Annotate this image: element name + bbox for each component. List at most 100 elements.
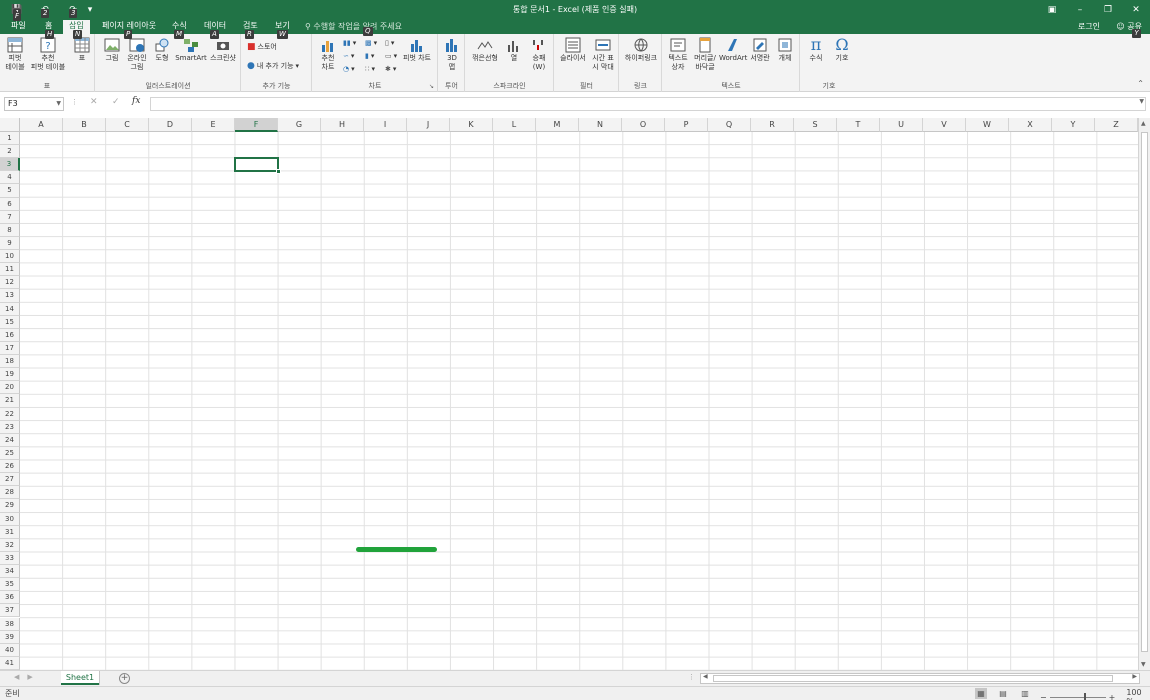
zoom-in-icon[interactable]: + bbox=[1109, 693, 1116, 700]
zoom-out-icon[interactable]: − bbox=[1040, 693, 1047, 700]
column-header[interactable]: M bbox=[536, 118, 579, 132]
page-layout-view-icon[interactable]: ▤ bbox=[997, 688, 1009, 699]
tab-data[interactable]: 데이터 A bbox=[198, 20, 232, 39]
column-header[interactable]: F bbox=[235, 118, 278, 132]
zoom-level[interactable]: 100 % bbox=[1126, 688, 1150, 700]
select-all-button[interactable] bbox=[0, 118, 20, 132]
column-header[interactable]: J bbox=[407, 118, 450, 132]
row-header[interactable]: 4 bbox=[0, 171, 20, 185]
row-header[interactable]: 32 bbox=[0, 538, 20, 552]
splitter-icon[interactable]: ⋮ bbox=[71, 98, 78, 106]
row-header[interactable]: 12 bbox=[0, 276, 20, 290]
picture-button[interactable]: 그림 bbox=[102, 37, 122, 63]
row-header[interactable]: 39 bbox=[0, 630, 20, 644]
scroll-thumb[interactable] bbox=[713, 675, 1113, 682]
textbox-button[interactable]: 텍스트 상자 bbox=[665, 37, 691, 72]
row-header[interactable]: 9 bbox=[0, 236, 20, 251]
column-header[interactable]: H bbox=[321, 118, 364, 132]
zoom-slider-knob[interactable] bbox=[1083, 692, 1086, 700]
scatter-chart-button[interactable]: ∷ ▾ bbox=[365, 64, 375, 74]
row-header[interactable]: 33 bbox=[0, 551, 20, 565]
row-header[interactable]: 10 bbox=[0, 250, 20, 264]
winloss-sparkline-button[interactable]: 승패 (W) bbox=[528, 37, 550, 72]
my-addins-button[interactable]: ● 내 추가 기능 ▾ bbox=[247, 61, 299, 71]
online-picture-button[interactable]: 온라인 그림 bbox=[125, 37, 149, 72]
column-header[interactable]: S bbox=[794, 118, 837, 132]
row-header[interactable]: 18 bbox=[0, 355, 20, 369]
share-button[interactable]: ☺ 공유 Y bbox=[1116, 21, 1142, 38]
minimize-button[interactable]: – bbox=[1066, 0, 1094, 20]
row-header[interactable]: 28 bbox=[0, 486, 20, 500]
row-header[interactable]: 1 bbox=[0, 132, 20, 146]
row-header[interactable]: 40 bbox=[0, 643, 20, 657]
row-header[interactable]: 25 bbox=[0, 446, 20, 461]
tab-insert[interactable]: 삽입 N bbox=[63, 20, 90, 39]
row-header[interactable]: 35 bbox=[0, 578, 20, 592]
normal-view-icon[interactable]: ▦ bbox=[975, 688, 987, 699]
tab-home[interactable]: 홈H bbox=[39, 20, 58, 39]
column-header[interactable]: B bbox=[63, 118, 106, 132]
signature-line-button[interactable]: 서명란 bbox=[748, 37, 772, 63]
column-header[interactable]: O bbox=[622, 118, 665, 132]
column-header[interactable]: R bbox=[751, 118, 794, 132]
shapes-button[interactable]: 도형 bbox=[152, 37, 172, 63]
recommended-pivot-button[interactable]: ? 추천 피벗 테이블 bbox=[28, 37, 68, 72]
scroll-right-icon[interactable]: ▶ bbox=[1132, 673, 1137, 680]
column-header[interactable]: P bbox=[665, 118, 708, 132]
column-header[interactable]: E bbox=[192, 118, 235, 132]
name-box[interactable]: F3 ▼ bbox=[4, 97, 64, 111]
row-header[interactable]: 36 bbox=[0, 591, 20, 605]
row-header[interactable]: 21 bbox=[0, 394, 20, 408]
timeline-button[interactable]: 시간 표 시 막대 bbox=[589, 37, 617, 72]
pivot-table-button[interactable]: 피벗 테이블 bbox=[4, 37, 26, 72]
hyperlink-button[interactable]: 하이퍼링크 bbox=[622, 37, 660, 63]
worksheet-grid[interactable]: A B C D E F G H I J K L M N O P Q R S T U V W X Y Z 1 2 3 4 5 6 7 8 9 10 11 1… bbox=[0, 118, 1138, 670]
symbol-button[interactable]: Ω 기호 bbox=[831, 37, 853, 63]
object-button[interactable]: 개체 bbox=[774, 37, 796, 63]
tab-review[interactable]: 검토 R bbox=[237, 20, 264, 39]
column-header[interactable]: N bbox=[579, 118, 622, 132]
tab-file[interactable]: 파일 F bbox=[5, 12, 32, 34]
ribbon-display-options-icon[interactable]: ▣ bbox=[1038, 0, 1066, 20]
column-header[interactable]: L bbox=[493, 118, 536, 132]
cell-area[interactable] bbox=[20, 132, 1138, 670]
row-header[interactable]: 2 bbox=[0, 145, 20, 159]
row-header[interactable]: 38 bbox=[0, 617, 20, 631]
expand-formula-bar-icon[interactable]: ▼ bbox=[1139, 98, 1144, 105]
row-header[interactable]: 5 bbox=[0, 184, 20, 198]
row-header[interactable]: 6 bbox=[0, 197, 20, 211]
cancel-icon[interactable]: ✕ bbox=[90, 97, 98, 107]
line-chart-button[interactable]: ∽ ▾ bbox=[343, 51, 354, 61]
equation-button[interactable]: π 수식 bbox=[805, 37, 827, 63]
row-header[interactable]: 3 bbox=[0, 158, 20, 172]
formula-input[interactable] bbox=[150, 97, 1146, 111]
add-sheet-icon[interactable]: + bbox=[119, 673, 130, 684]
row-header[interactable]: 7 bbox=[0, 210, 20, 224]
line-sparkline-button[interactable]: 꺾은선형 bbox=[470, 37, 500, 63]
row-header[interactable]: 11 bbox=[0, 263, 20, 277]
row-header[interactable]: 14 bbox=[0, 302, 20, 316]
scroll-thumb[interactable] bbox=[1141, 132, 1148, 652]
column-header[interactable]: T bbox=[837, 118, 880, 132]
column-header[interactable]: D bbox=[149, 118, 192, 132]
row-header[interactable]: 27 bbox=[0, 473, 20, 487]
column-header[interactable]: A bbox=[20, 118, 63, 132]
screenshot-button[interactable]: 스크린샷 bbox=[208, 37, 238, 63]
row-header[interactable]: 26 bbox=[0, 460, 20, 474]
slicer-button[interactable]: 슬라이서 bbox=[558, 37, 588, 63]
close-button[interactable]: ✕ bbox=[1122, 0, 1150, 20]
row-header[interactable]: 29 bbox=[0, 499, 20, 513]
3d-map-button[interactable]: 3D 맵 bbox=[442, 37, 462, 72]
splitter-icon[interactable]: ⋮ bbox=[688, 673, 695, 681]
fill-handle[interactable] bbox=[276, 169, 281, 175]
row-header[interactable]: 41 bbox=[0, 656, 20, 670]
login-link[interactable]: 로그인 bbox=[1078, 21, 1100, 32]
header-footer-button[interactable]: 머리글/ 바닥글 bbox=[692, 37, 718, 72]
column-sparkline-button[interactable]: 열 bbox=[504, 37, 524, 63]
sheet-nav-arrows-icon[interactable]: ◀▶ bbox=[14, 673, 41, 681]
page-break-view-icon[interactable]: ▥ bbox=[1019, 688, 1031, 699]
row-header[interactable]: 20 bbox=[0, 381, 20, 395]
combo-chart-button[interactable]: ▭ ▾ bbox=[385, 51, 397, 61]
column-header[interactable]: W bbox=[966, 118, 1009, 132]
waterfall-chart-button[interactable]: ▯ ▾ bbox=[385, 38, 394, 48]
